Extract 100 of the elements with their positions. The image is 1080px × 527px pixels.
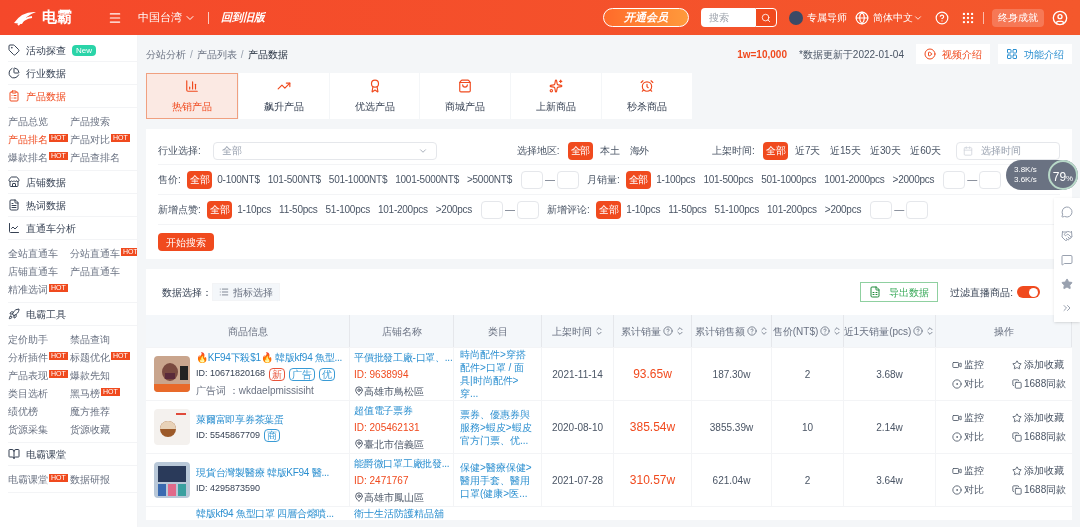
range-max-field[interactable] <box>556 170 579 189</box>
filter-option[interactable]: 近30天 <box>867 141 904 160</box>
sidebar-link[interactable]: 爆款先知 <box>70 370 110 381</box>
sidebar-link[interactable]: 分站直通车 <box>70 248 120 259</box>
globe-icon[interactable] <box>855 10 869 25</box>
filter-option[interactable]: >5000NT$ <box>463 170 515 189</box>
sidebar-link[interactable]: 绩优榜 <box>8 406 38 417</box>
filter-option[interactable]: 全部 <box>206 200 233 219</box>
sort-icon[interactable] <box>925 326 936 336</box>
filter-option[interactable]: >2000pcs <box>889 170 938 189</box>
product-title[interactable]: 韓版kf94 魚型口罩 四層合熔噴... <box>196 507 334 520</box>
menu-icon[interactable] <box>108 10 122 25</box>
filter-option[interactable]: 101-200pcs <box>764 200 820 219</box>
breadcrumb-link[interactable]: 产品列表 <box>196 46 237 62</box>
filter-option[interactable]: 101-500pcs <box>700 170 757 189</box>
sidebar-link[interactable]: 全站直通车 <box>8 248 58 259</box>
sidebar-link[interactable]: 产品表现 <box>8 370 48 381</box>
tutor-link[interactable]: 专属导师 <box>807 10 847 25</box>
sidebar-link[interactable]: 货源收藏 <box>70 424 110 435</box>
filter-option[interactable]: 0-100NT$ <box>214 170 263 189</box>
action-link[interactable]: 监控 <box>952 463 1012 478</box>
filter-option[interactable]: 51-100pcs <box>322 200 373 219</box>
filter-option[interactable]: 51-100pcs <box>711 200 763 219</box>
column-header[interactable]: 近1天销量(pcs) <box>844 315 936 347</box>
region-dropdown[interactable]: 中国台湾 <box>138 9 196 26</box>
product-title[interactable]: 萊爾富即享券茶葉蛋 <box>196 411 284 427</box>
range-max-field[interactable] <box>517 200 540 219</box>
filter-option[interactable]: >200pcs <box>432 200 476 219</box>
action-link[interactable]: 添加收藏 <box>1012 463 1072 478</box>
sidebar-link[interactable]: 数据研报 <box>70 474 110 485</box>
filter-option[interactable]: 1-10pcs <box>623 200 664 219</box>
product-title[interactable]: 🔥KF94下殺$1🔥 韓版kf94 魚型... <box>196 350 343 366</box>
sidebar-link[interactable]: 爆款排名 <box>8 152 48 163</box>
sidebar-link[interactable]: 货源采集 <box>8 424 48 435</box>
sort-icon[interactable] <box>674 326 685 336</box>
sidebar-link[interactable]: 产品总览 <box>8 116 48 127</box>
sidebar-section[interactable]: 店铺数据 <box>8 171 137 194</box>
sidebar-link[interactable]: 定价助手 <box>8 334 48 345</box>
star-icon[interactable] <box>1061 278 1073 290</box>
sidebar-section[interactable]: 行业数据 <box>8 62 137 85</box>
filter-option[interactable]: 1-10pcs <box>234 200 275 219</box>
sidebar-section[interactable]: 直通车分析 <box>8 217 137 240</box>
filter-option[interactable]: >200pcs <box>821 200 865 219</box>
sidebar-link[interactable]: 产品直通车 <box>70 266 120 277</box>
filter-option[interactable]: 11-50pcs <box>276 200 321 219</box>
sidebar-section[interactable]: 产品数据 <box>8 85 137 108</box>
shop-name[interactable]: 能爵微口罩工廠批發... <box>354 455 453 471</box>
category-link[interactable]: 票券、優惠券與服務>蝦皮>蝦皮官方门票、优... <box>460 407 535 447</box>
action-link[interactable]: 1688同款 <box>1012 429 1072 444</box>
shop-name[interactable]: 衛士生活防護精品舖 <box>354 507 444 520</box>
sidebar-link[interactable]: 产品排名 <box>8 134 48 145</box>
industry-select[interactable]: 全部 <box>212 141 437 160</box>
action-link[interactable]: 1688同款 <box>1012 376 1072 391</box>
collapse-icon[interactable] <box>1061 302 1073 314</box>
filter-option[interactable]: 全部 <box>625 170 652 189</box>
live-filter-toggle[interactable] <box>1017 286 1040 298</box>
metric-select-button[interactable]: 指标选择 <box>212 283 280 301</box>
range-max-field[interactable] <box>906 200 929 219</box>
column-header[interactable]: 上架时间 <box>542 315 614 347</box>
action-link[interactable]: 对比 <box>952 482 1012 497</box>
range-max-field[interactable] <box>979 170 1002 189</box>
action-link[interactable]: 监控 <box>952 410 1012 425</box>
filter-option[interactable]: 1001-5000NT$ <box>392 170 462 189</box>
category-tab[interactable]: 上新商品 <box>511 73 602 119</box>
sidebar-link[interactable]: 分析插件 <box>8 352 48 363</box>
sidebar-link[interactable]: 类目选析 <box>8 388 48 399</box>
range-min-field[interactable] <box>943 170 966 189</box>
feature-button[interactable]: 功能介绍 <box>998 44 1072 64</box>
filter-option[interactable]: 全部 <box>595 200 622 219</box>
sidebar-link[interactable]: 魔方推荐 <box>70 406 110 417</box>
sort-icon[interactable] <box>593 326 604 336</box>
column-header[interactable]: 累计销量 <box>614 315 692 347</box>
sidebar-link[interactable]: 电霸课堂 <box>8 474 48 485</box>
filter-option[interactable]: 全部 <box>186 170 213 189</box>
sidebar-link[interactable]: 产品查排名 <box>70 152 120 163</box>
search-field[interactable]: 搜索 <box>701 8 755 27</box>
filter-option[interactable]: 101-500NT$ <box>264 170 324 189</box>
category-tab[interactable]: 秒杀商品 <box>602 73 692 119</box>
sort-icon[interactable] <box>758 326 769 336</box>
breadcrumb-link[interactable]: 分站分析 <box>146 46 186 62</box>
message-icon[interactable] <box>1061 254 1073 266</box>
sidebar-section[interactable]: 活动探查 New <box>8 39 137 62</box>
filter-option[interactable]: 全部 <box>762 141 789 160</box>
help-icon[interactable] <box>820 326 831 336</box>
shop-name[interactable]: 超值電子票券 <box>354 402 453 418</box>
action-link[interactable]: 添加收藏 <box>1012 410 1072 425</box>
sidebar-section[interactable]: 热词数据 <box>8 194 137 217</box>
action-link[interactable]: 添加收藏 <box>1012 357 1072 372</box>
help-icon[interactable] <box>662 326 673 336</box>
sidebar-link[interactable]: 黑马榜 <box>70 388 100 399</box>
action-link[interactable]: 1688同款 <box>1012 482 1072 497</box>
filter-option[interactable]: 近60天 <box>907 141 944 160</box>
sort-icon[interactable] <box>832 326 843 336</box>
column-header[interactable]: 售价(NT$) <box>772 315 844 347</box>
range-min-field[interactable] <box>481 200 504 219</box>
range-min-field[interactable] <box>520 170 543 189</box>
filter-option[interactable]: 501-1000pcs <box>758 170 820 189</box>
filter-option[interactable]: 501-1000NT$ <box>325 170 391 189</box>
old-version-link[interactable]: 回到旧版 <box>221 9 265 26</box>
filter-option[interactable]: 近15天 <box>827 141 864 160</box>
